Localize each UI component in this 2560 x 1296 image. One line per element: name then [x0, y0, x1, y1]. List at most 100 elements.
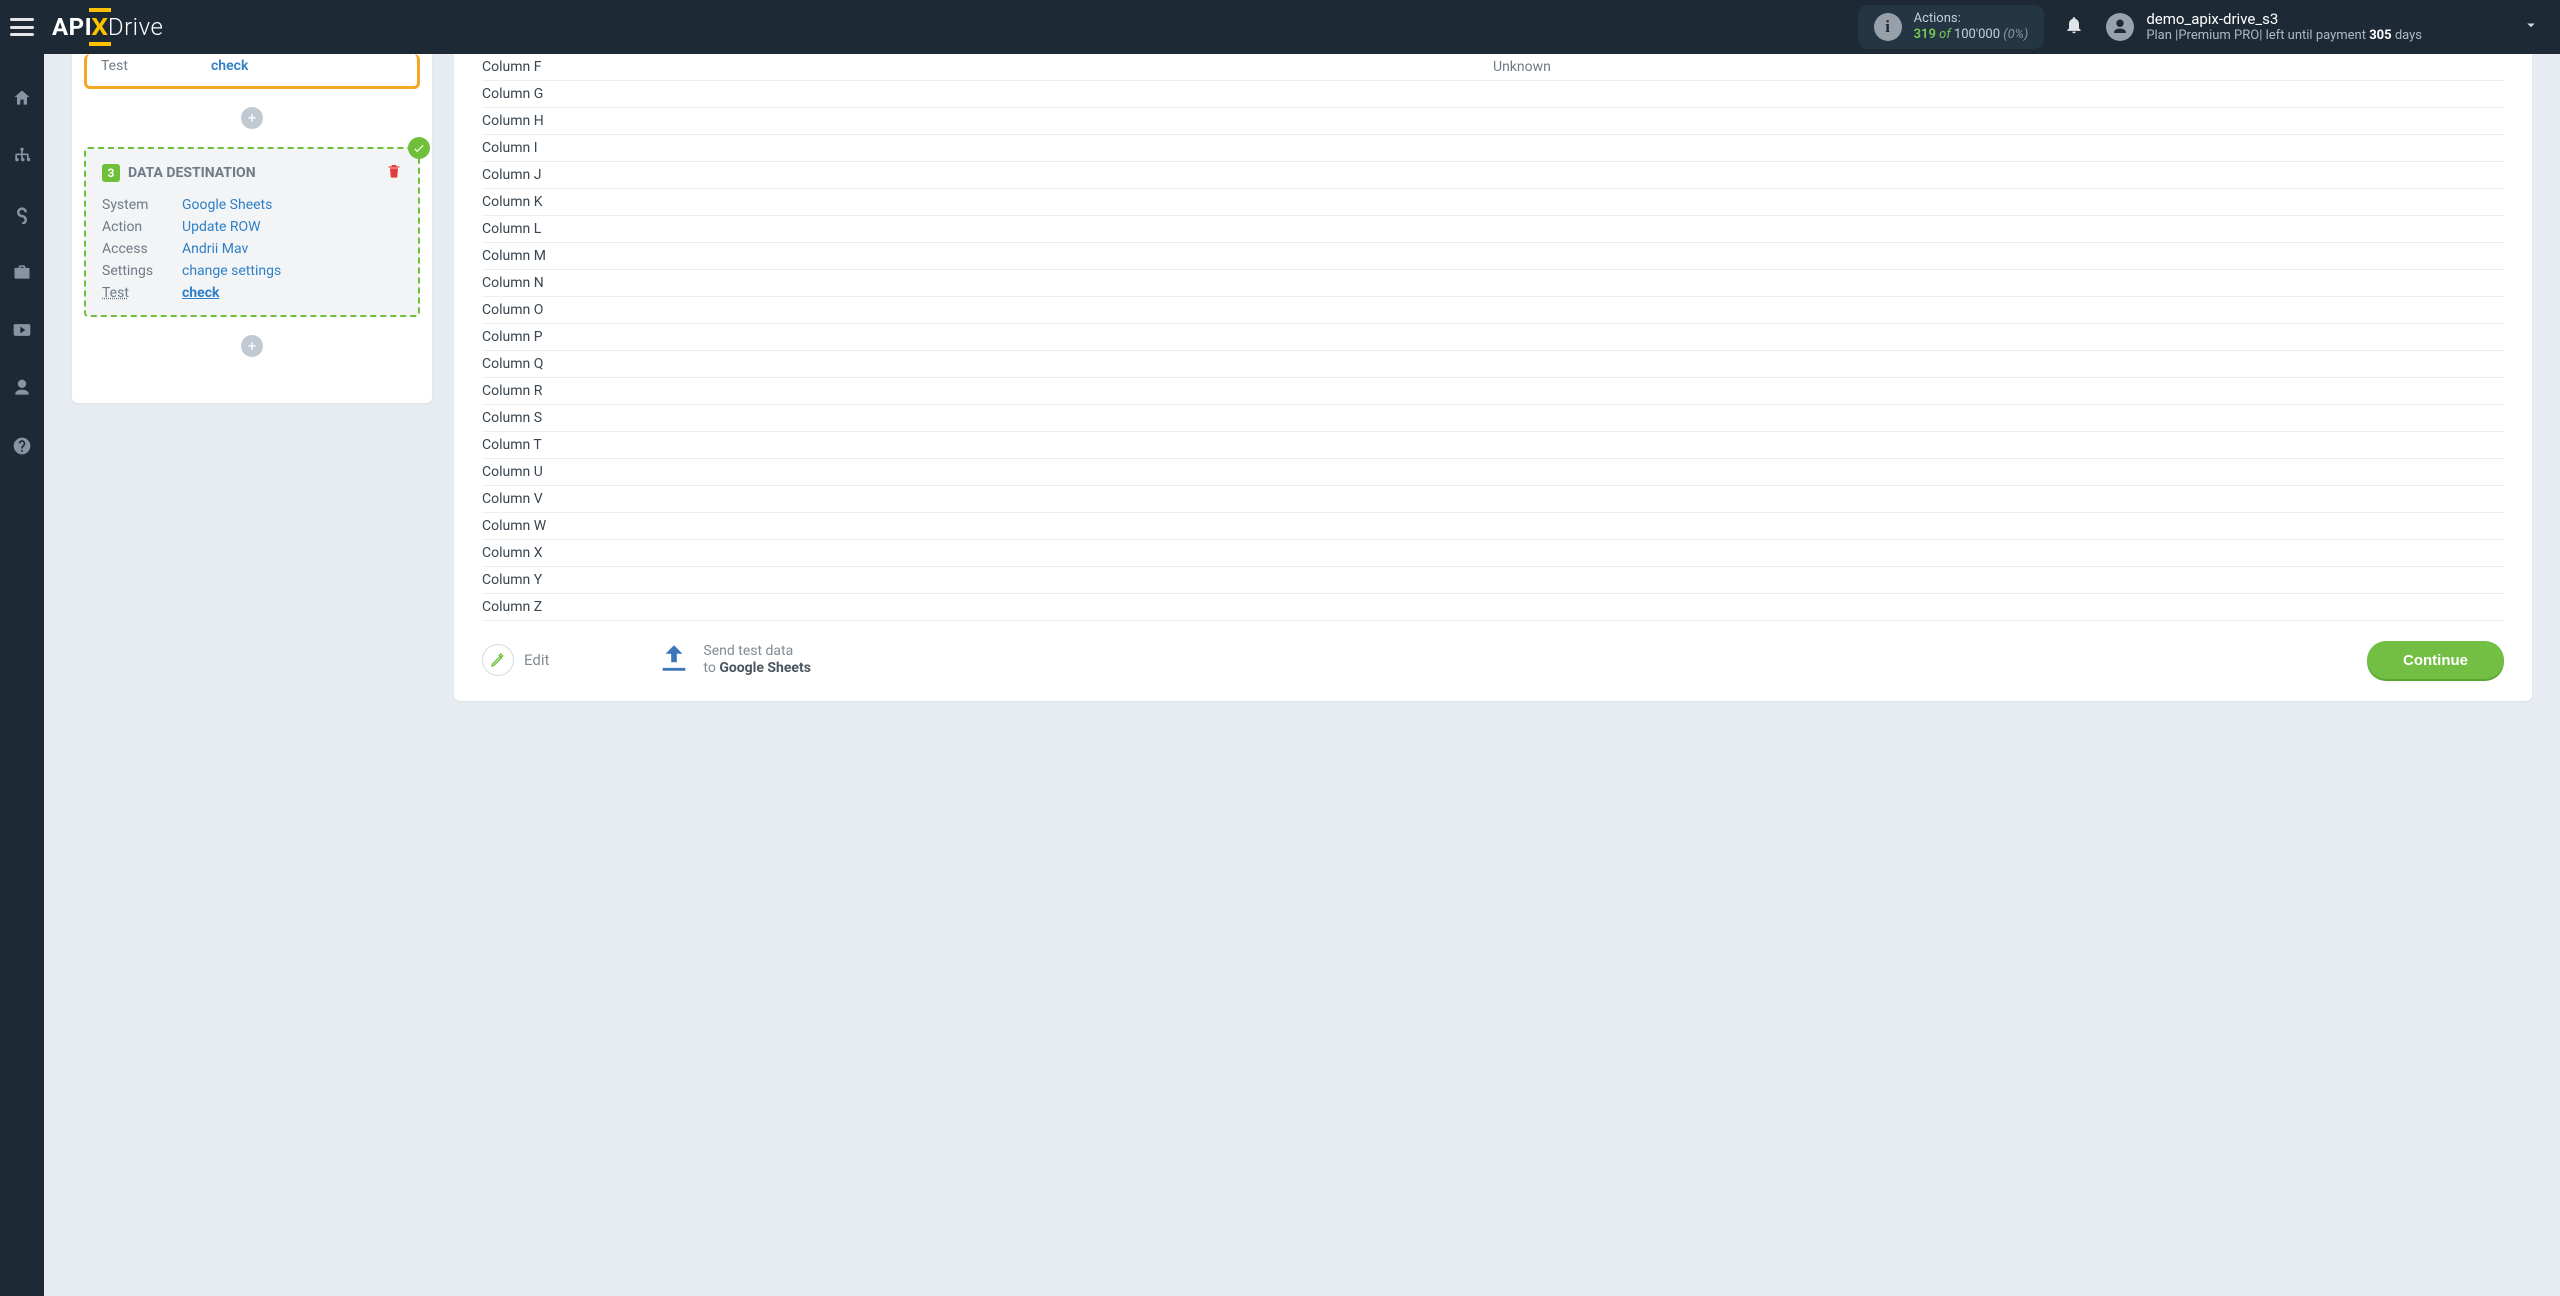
column-name: Column X [482, 542, 1493, 564]
source-card-partial[interactable]: Test check [84, 54, 420, 89]
column-name: Column M [482, 245, 1493, 267]
destination-header: 3 DATA DESTINATION [102, 163, 402, 183]
actions-percent: (0%) [2003, 27, 2028, 42]
column-name: Column N [482, 272, 1493, 294]
dest-access-link[interactable]: Andrii Mav [182, 241, 402, 257]
sidebar-rail [0, 54, 44, 1296]
actions-used: 319 [1914, 27, 1936, 42]
logo-text-x: X [91, 13, 108, 41]
column-name: Column S [482, 407, 1493, 429]
dest-action-link[interactable]: Update ROW [182, 219, 402, 235]
column-name: Column Z [482, 596, 1493, 618]
column-name: Column H [482, 110, 1493, 132]
pencil-icon [482, 644, 514, 676]
logo[interactable]: APIXDrive [52, 13, 163, 41]
column-table: Column FUnknownColumn G Column H Column I C… [482, 54, 2504, 621]
column-name: Column O [482, 299, 1493, 321]
send-test-button[interactable]: Send test data to Google Sheets [657, 641, 811, 679]
user-name: demo_apix-drive_s3 [2146, 10, 2422, 29]
column-row[interactable]: Column H [482, 108, 2504, 135]
nav-billing-icon[interactable] [0, 202, 44, 226]
dest-action-label: Action [102, 219, 182, 235]
steps-panel: Test check + 3 DATA DESTINATION System [72, 54, 432, 403]
continue-button[interactable]: Continue [2367, 641, 2504, 679]
column-name: Column Y [482, 569, 1493, 591]
info-icon: i [1874, 13, 1902, 41]
notifications-icon[interactable] [2064, 15, 2084, 40]
nav-help-icon[interactable] [0, 434, 44, 458]
column-row[interactable]: Column FUnknown [482, 54, 2504, 81]
column-name: Column Q [482, 353, 1493, 375]
column-row[interactable]: Column J [482, 162, 2504, 189]
column-row[interactable]: Column O [482, 297, 2504, 324]
avatar-icon[interactable] [2106, 13, 2134, 41]
nav-video-icon[interactable] [0, 318, 44, 342]
column-name: Column F [482, 56, 1493, 78]
step-number-badge: 3 [102, 164, 120, 182]
user-menu-chevron-icon[interactable] [2422, 16, 2540, 39]
column-name: Column U [482, 461, 1493, 483]
user-block[interactable]: demo_apix-drive_s3 Plan |Premium PRO| le… [2146, 10, 2422, 45]
column-row[interactable]: Column S [482, 405, 2504, 432]
dest-settings-label: Settings [102, 263, 182, 279]
dest-access-label: Access [102, 241, 182, 257]
column-row[interactable]: Column W [482, 513, 2504, 540]
edit-button[interactable]: Edit [482, 644, 549, 676]
logo-text-drive: Drive [108, 13, 164, 41]
column-name: Column I [482, 137, 1493, 159]
column-row[interactable]: Column G [482, 81, 2504, 108]
nav-briefcase-icon[interactable] [0, 260, 44, 284]
edit-label: Edit [524, 651, 549, 669]
column-row[interactable]: Column Q [482, 351, 2504, 378]
column-name: Column P [482, 326, 1493, 348]
column-row[interactable]: Column X [482, 540, 2504, 567]
column-row[interactable]: Column V [482, 486, 2504, 513]
column-row[interactable]: Column M [482, 243, 2504, 270]
column-name: Column K [482, 191, 1493, 213]
destination-card-wrap: 3 DATA DESTINATION System Google Sheets … [84, 147, 420, 317]
column-row[interactable]: Column N [482, 270, 2504, 297]
add-step-button-2[interactable]: + [241, 335, 263, 357]
add-step-button[interactable]: + [241, 107, 263, 129]
column-name: Column J [482, 164, 1493, 186]
column-name: Column T [482, 434, 1493, 456]
actions-label: Actions: [1914, 11, 2029, 27]
source-test-link[interactable]: check [211, 58, 248, 74]
upload-icon [657, 641, 691, 679]
menu-toggle-button[interactable] [10, 18, 34, 36]
dest-settings-link[interactable]: change settings [182, 263, 402, 279]
column-row[interactable]: Column U [482, 459, 2504, 486]
send-test-text: Send test data to Google Sheets [703, 643, 811, 678]
column-name: Column R [482, 380, 1493, 402]
nav-connections-icon[interactable] [0, 144, 44, 168]
actions-counter[interactable]: i Actions: 319 of 100'000 (0%) [1858, 5, 2045, 48]
bottom-actions: Edit Send test data to Google Sheets Con… [482, 641, 2504, 679]
dest-system-label: System [102, 197, 182, 213]
column-row[interactable]: Column K [482, 189, 2504, 216]
column-row[interactable]: Column Y [482, 567, 2504, 594]
column-row[interactable]: Column Z [482, 594, 2504, 621]
logo-text-api: API [52, 13, 92, 41]
column-name: Column G [482, 83, 1493, 105]
user-plan: Plan |Premium PRO| left until payment 30… [2146, 28, 2422, 44]
actions-total: 100'000 [1954, 27, 2000, 42]
column-name: Column V [482, 488, 1493, 510]
destination-title: DATA DESTINATION [128, 165, 256, 181]
actions-of: of [1939, 27, 1951, 42]
dest-test-link[interactable]: check [182, 285, 402, 301]
dest-test-label: Test [102, 285, 182, 301]
destination-card[interactable]: 3 DATA DESTINATION System Google Sheets … [84, 147, 420, 317]
column-row[interactable]: Column R [482, 378, 2504, 405]
destination-rows: System Google Sheets Action Update ROW A… [102, 197, 402, 301]
nav-home-icon[interactable] [0, 86, 44, 110]
topbar: APIXDrive i Actions: 319 of 100'000 (0%)… [0, 0, 2560, 54]
column-row[interactable]: Column L [482, 216, 2504, 243]
dest-system-link[interactable]: Google Sheets [182, 197, 402, 213]
column-row[interactable]: Column I [482, 135, 2504, 162]
main-area: Test check + 3 DATA DESTINATION System [44, 54, 2560, 1296]
column-row[interactable]: Column P [482, 324, 2504, 351]
column-row[interactable]: Column T [482, 432, 2504, 459]
delete-step-icon[interactable] [386, 163, 402, 183]
column-value: Unknown [1493, 59, 2504, 75]
nav-account-icon[interactable] [0, 376, 44, 400]
